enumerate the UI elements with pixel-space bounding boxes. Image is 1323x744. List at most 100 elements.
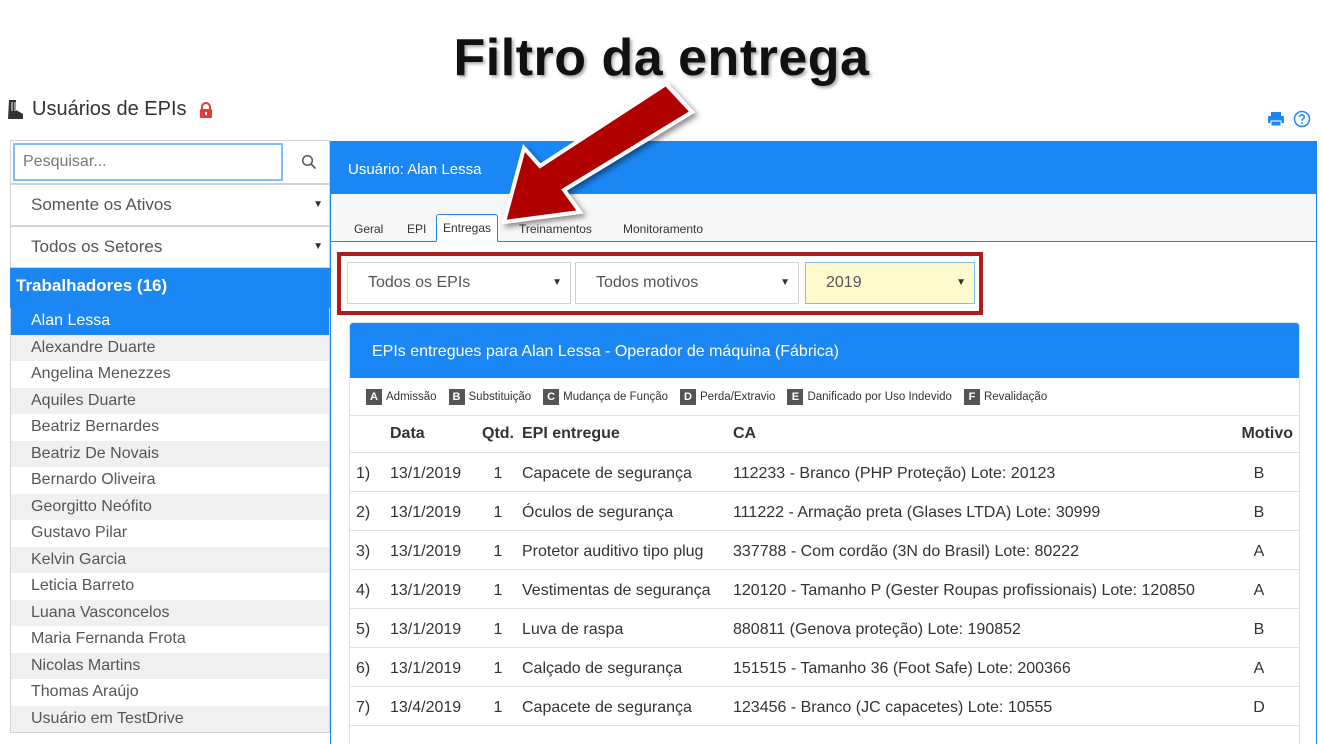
row-date: 13/1/2019 (386, 491, 478, 531)
deliveries-card: EPIs entregues para Alan Lessa - Operado… (349, 322, 1300, 744)
worker-item[interactable]: Beatriz De Novais (11, 440, 329, 467)
worker-item[interactable]: Leticia Barreto (11, 573, 329, 600)
row-date: 13/4/2019 (386, 686, 478, 726)
table-header-row: Data Qtd. EPI entregue CA Motivo (350, 416, 1299, 453)
delivery-filter-group: Todos os EPIs ▼ Todos motivos ▼ 2019 ▼ (337, 252, 983, 315)
sidebar: Somente os Ativos ▼ Todos os Setores ▼ T… (10, 140, 330, 733)
sector-filter-value: Todos os Setores (31, 237, 163, 256)
worker-item[interactable]: Luana Vasconcelos (11, 599, 329, 626)
legend-key: C (543, 388, 560, 405)
table-row[interactable]: 7) 13/4/2019 1 Capacete de segurança 123456 … (350, 686, 1299, 726)
worker-item[interactable]: Usuário em TestDrive (11, 705, 329, 732)
worker-item[interactable]: Alexandre Duarte (11, 334, 329, 361)
row-ca: 112233 - Branco (PHP Proteção) Lote: 201… (729, 452, 1219, 492)
legend-label: Substituição (468, 390, 532, 403)
search-input[interactable] (13, 143, 283, 181)
table-row[interactable]: 1) 13/1/2019 1 Capacete de segurança 112233 … (350, 452, 1299, 492)
worker-item[interactable]: Maria Fernanda Frota (11, 626, 329, 653)
row-epi: Calçado de segurança (518, 647, 729, 687)
year-filter-value: 2019 (826, 274, 862, 291)
worker-item[interactable]: Aquiles Duarte (11, 387, 329, 414)
legend-key: A (366, 388, 382, 405)
row-motivo: A (1219, 530, 1299, 570)
chevron-down-icon: ▼ (313, 199, 323, 210)
row-epi: Vestimentas de segurança (518, 569, 729, 609)
worker-item[interactable]: Alan Lessa (11, 308, 329, 335)
sector-filter-select[interactable]: Todos os Setores ▼ (10, 226, 330, 268)
tab-epi[interactable]: EPI (401, 216, 432, 242)
row-motivo: B (1219, 491, 1299, 531)
worker-item[interactable]: Kelvin Garcia (11, 546, 329, 573)
worker-item[interactable]: Bernardo Oliveira (11, 467, 329, 494)
row-epi: Capacete de segurança (518, 452, 729, 492)
legend-label: Admissão (386, 390, 437, 403)
row-ca: 120120 - Tamanho P (Gester Roupas profis… (729, 569, 1219, 609)
reason-filter-select[interactable]: Todos motivos ▼ (575, 262, 799, 304)
row-date: 13/1/2019 (386, 569, 478, 609)
worker-item[interactable]: Gustavo Pilar (11, 520, 329, 547)
row-qtd: 1 (478, 491, 518, 531)
row-index: 5) (350, 608, 386, 648)
legend-label: Revalidação (983, 390, 1048, 403)
row-motivo: B (1219, 452, 1299, 492)
worker-item[interactable]: Nicolas Martins (11, 652, 329, 679)
print-icon[interactable] (1267, 110, 1285, 128)
worker-item[interactable]: Thomas Araújo (11, 679, 329, 706)
table-row[interactable]: 5) 13/1/2019 1 Luva de raspa 880811 (Genova … (350, 608, 1299, 648)
table-row[interactable]: 3) 13/1/2019 1 Protetor auditivo tipo plug 3… (350, 530, 1299, 570)
legend-item: A Admissão (366, 388, 437, 405)
legend-item: E Danificado por Uso Indevido (787, 388, 952, 405)
row-qtd: 1 (478, 530, 518, 570)
legend-key: D (680, 388, 697, 405)
epi-filter-value: Todos os EPIs (368, 274, 471, 291)
workers-list: Alan Lessa Alexandre Duarte Angelina Men… (10, 308, 330, 733)
year-filter-select[interactable]: 2019 ▼ (805, 262, 975, 304)
row-index: 4) (350, 569, 386, 609)
deliveries-table: Data Qtd. EPI entregue CA Motivo 1) 13/1/… (350, 416, 1299, 726)
column-header-date[interactable]: Data (386, 416, 478, 453)
row-qtd: 1 (478, 608, 518, 648)
row-qtd: 1 (478, 647, 518, 687)
top-toolbar (1267, 110, 1311, 128)
row-date: 13/1/2019 (386, 647, 478, 687)
tab-geral[interactable]: Geral (348, 216, 389, 242)
help-icon[interactable] (1293, 110, 1311, 128)
search-icon[interactable] (301, 154, 317, 170)
table-row[interactable]: 2) 13/1/2019 1 Óculos de segurança 111222 - … (350, 491, 1299, 531)
reason-filter-value: Todos motivos (596, 274, 699, 291)
row-index: 6) (350, 647, 386, 687)
legend-label: Danificado por Uso Indevido (807, 390, 952, 403)
chevron-down-icon: ▼ (552, 277, 562, 288)
lock-icon[interactable] (199, 101, 213, 118)
legend-label: Mudança de Função (563, 390, 669, 403)
row-ca: 337788 - Com cordão (3N do Brasil) Lote:… (729, 530, 1219, 570)
row-epi: Protetor auditivo tipo plug (518, 530, 729, 570)
epi-filter-select[interactable]: Todos os EPIs ▼ (347, 262, 571, 304)
row-ca: 111222 - Armação preta (Glases LTDA) Lot… (729, 491, 1219, 531)
column-header-motivo[interactable]: Motivo (1219, 416, 1299, 453)
table-row[interactable]: 4) 13/1/2019 1 Vestimentas de segurança 1201… (350, 569, 1299, 609)
column-header-ca[interactable]: CA (729, 416, 1219, 453)
column-header-epi[interactable]: EPI entregue (518, 416, 729, 453)
row-index: 1) (350, 452, 386, 492)
row-motivo: A (1219, 647, 1299, 687)
search-box (10, 140, 330, 184)
row-ca: 123456 - Branco (JC capacetes) Lote: 105… (729, 686, 1219, 726)
worker-item[interactable]: Beatriz Bernardes (11, 414, 329, 441)
column-header-qtd[interactable]: Qtd. (478, 416, 518, 453)
legend-key: F (963, 388, 980, 405)
row-date: 13/1/2019 (386, 530, 478, 570)
chevron-down-icon: ▼ (956, 277, 966, 288)
row-qtd: 1 (478, 452, 518, 492)
row-ca: 880811 (Genova proteção) Lote: 190852 (729, 608, 1219, 648)
legend-item: F Revalidação (963, 388, 1048, 405)
chevron-down-icon: ▼ (313, 241, 323, 252)
app-title: Usuários de EPIs (6, 98, 213, 121)
row-motivo: B (1219, 608, 1299, 648)
row-index: 3) (350, 530, 386, 570)
row-epi: Óculos de segurança (518, 491, 729, 531)
status-filter-select[interactable]: Somente os Ativos ▼ (10, 184, 330, 226)
table-row[interactable]: 6) 13/1/2019 1 Calçado de segurança 151515 -… (350, 647, 1299, 687)
worker-item[interactable]: Georgitto Neófito (11, 493, 329, 520)
worker-item[interactable]: Angelina Menezzes (11, 361, 329, 388)
